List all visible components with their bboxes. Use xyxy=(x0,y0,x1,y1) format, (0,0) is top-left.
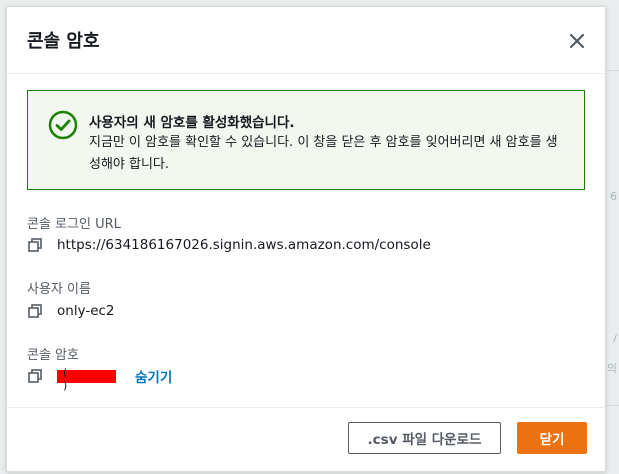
close-icon xyxy=(569,33,585,49)
copy-icon[interactable] xyxy=(27,237,43,253)
hide-password-link[interactable]: 숨기기 xyxy=(135,366,172,386)
modal-header: 콘솔 암호 xyxy=(7,7,605,74)
console-url-row: https://634186167026.signin.aws.amazon.c… xyxy=(27,235,431,255)
redacted-text: ( ) xyxy=(63,365,100,392)
success-alert: 사용자의 새 암호를 활성화했습니다. 지금만 이 암호를 확인할 수 있습니다… xyxy=(27,90,585,190)
download-csv-button[interactable]: .csv 파일 다운로드 xyxy=(348,422,501,454)
background-text-fragment: / xyxy=(613,332,617,345)
close-modal-button[interactable]: 닫기 xyxy=(517,422,587,454)
check-circle-icon xyxy=(48,110,78,140)
background-divider xyxy=(605,405,619,406)
console-password-row: ( ) 숨기기 xyxy=(27,366,172,392)
background-divider xyxy=(605,70,619,71)
console-password-label: 콘솔 암호 xyxy=(27,348,79,363)
background-text-fragment: 의 xyxy=(606,362,617,375)
username-label: 사용자 이름 xyxy=(27,282,91,297)
password-redaction: ( ) xyxy=(57,366,116,392)
console-url-value: https://634186167026.signin.aws.amazon.c… xyxy=(57,237,431,253)
alert-message: 지금만 이 암호를 확인할 수 있습니다. 이 창을 닫은 후 암호를 잊어버리… xyxy=(89,135,558,172)
alert-title: 사용자의 새 암호를 활성화했습니다. xyxy=(89,115,295,131)
modal-footer: .csv 파일 다운로드 닫기 xyxy=(7,407,605,472)
username-value: only-ec2 xyxy=(57,303,115,319)
background-text-fragment: 6 xyxy=(610,190,617,203)
copy-icon[interactable] xyxy=(27,303,43,319)
username-row: only-ec2 xyxy=(27,301,115,321)
copy-icon[interactable] xyxy=(27,368,43,384)
modal-title: 콘솔 암호 xyxy=(27,31,100,52)
close-button[interactable] xyxy=(565,29,589,53)
console-url-label: 콘솔 로그인 URL xyxy=(27,217,121,232)
console-password-modal: 콘솔 암호 사용자의 새 암호를 활성화했습니다. 지금만 이 암호를 확인할 … xyxy=(6,6,606,472)
